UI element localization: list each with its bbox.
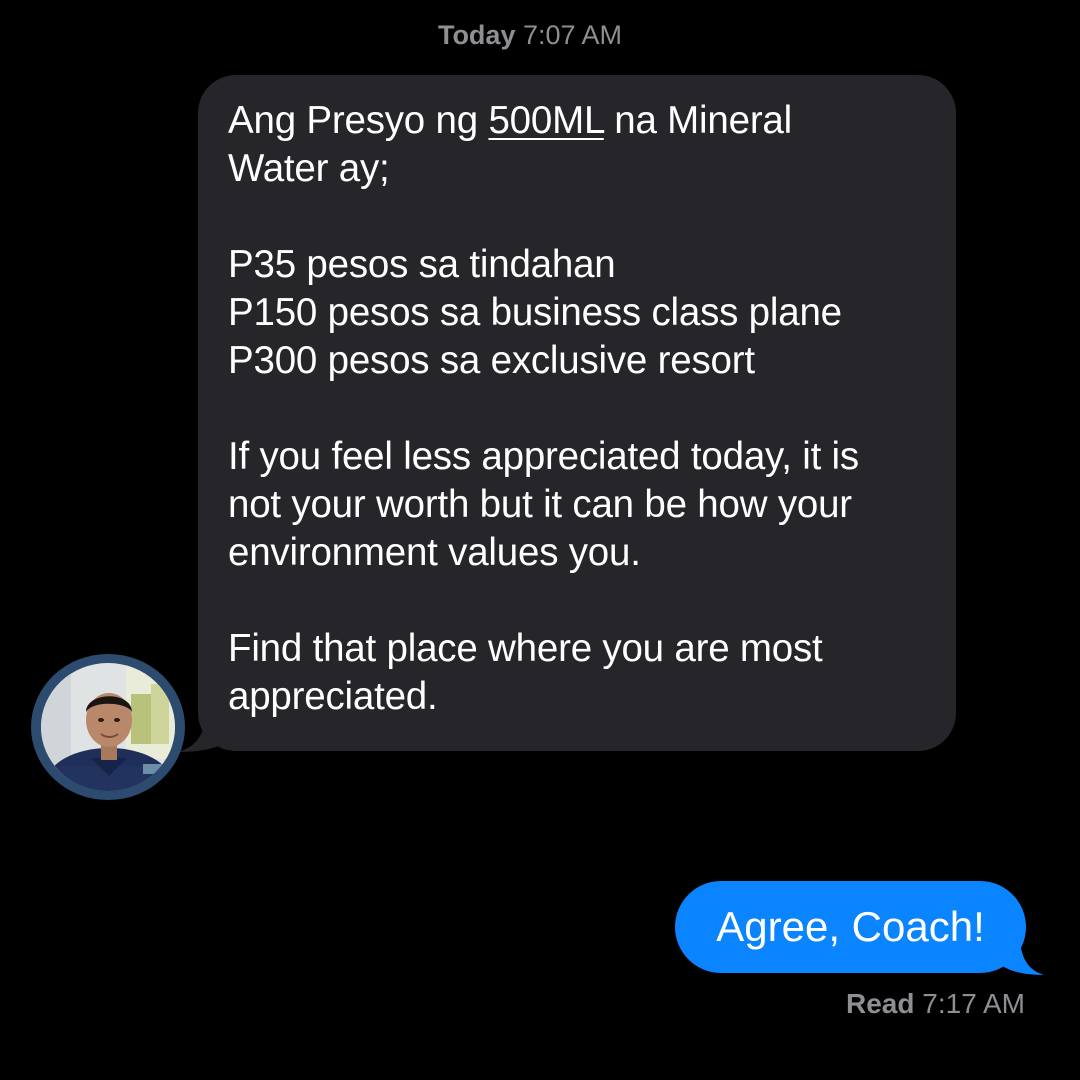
message-text: na Mineral xyxy=(603,99,793,142)
read-receipt-time: 7:17 AM xyxy=(922,988,1025,1019)
incoming-message-bubble[interactable]: Ang Presyo ng 500ML na Mineral Water ay;… xyxy=(198,75,956,751)
message-line: Ang Presyo ng 500ML na Mineral xyxy=(228,97,926,145)
message-line: environment values you. xyxy=(228,531,641,574)
price-line: P35 pesos sa tindahan xyxy=(228,243,616,286)
underlined-text[interactable]: 500ML xyxy=(488,99,603,142)
message-timestamp: Today 7:07 AM xyxy=(130,20,930,51)
message-line: If you feel less appreciated today, it i… xyxy=(228,435,859,478)
price-line: P150 pesos sa business class plane xyxy=(228,291,842,334)
message-text: Ang Presyo ng xyxy=(228,99,489,142)
message-line: Find that place where you are most xyxy=(228,627,823,670)
outgoing-message-bubble[interactable]: Agree, Coach! xyxy=(675,881,1026,973)
timestamp-day: Today xyxy=(437,20,516,50)
message-line: not your worth but it can be how your xyxy=(228,483,852,526)
timestamp-time: 7:07 AM xyxy=(522,20,623,50)
message-line: Water ay; xyxy=(228,147,390,190)
message-line: appreciated. xyxy=(228,675,438,718)
sender-avatar[interactable] xyxy=(31,654,185,800)
price-line: P300 pesos sa exclusive resort xyxy=(228,339,755,382)
read-receipt-label: Read xyxy=(846,988,915,1019)
read-receipt: Read 7:17 AM xyxy=(846,988,1025,1020)
avatar-photo-icon xyxy=(38,660,178,794)
